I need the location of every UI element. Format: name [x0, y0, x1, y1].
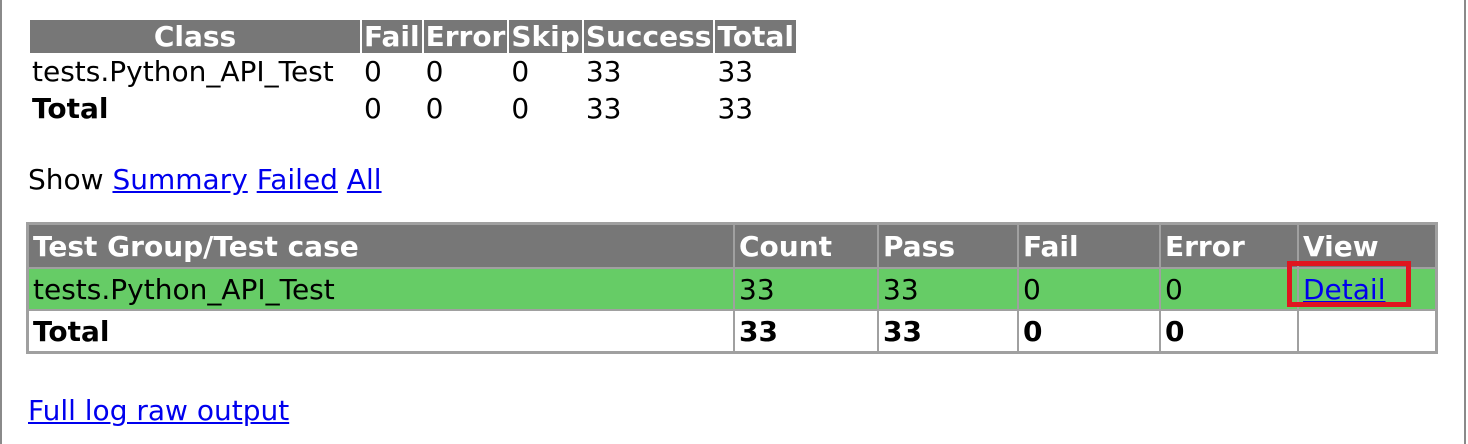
detail-group-row[interactable]: tests.Python_API_Test 33 33 0 0 Detail [28, 261, 1436, 310]
detail-header-row: Test Group/Test case Count Pass Fail Err… [28, 224, 1436, 268]
summary-total-fail: 0 [364, 92, 382, 125]
summary-fail-count: 0 [364, 55, 382, 88]
detail-view-cell: Detail [1287, 261, 1436, 310]
detail-total-pass: 33 [878, 310, 1018, 352]
detail-table: Test Group/Test case Count Pass Fail Err… [26, 222, 1438, 354]
summary-header-fail: Fail [362, 20, 422, 53]
summary-total-success: 33 [585, 92, 622, 125]
detail-total-row: Total 33 33 0 0 [28, 310, 1436, 352]
summary-total-error: 0 [425, 92, 444, 125]
detail-header-error: Error [1160, 224, 1298, 268]
detail-link[interactable]: Detail [1303, 273, 1385, 306]
detail-group-error: 0 [1160, 268, 1298, 310]
detail-group-fail: 0 [1018, 268, 1160, 310]
summary-header-class: Class [30, 20, 360, 53]
full-log-link[interactable]: Full log raw output [28, 393, 289, 429]
show-all-link[interactable]: All [347, 163, 382, 196]
detail-total-count: 33 [734, 310, 878, 352]
summary-error-count: 0 [425, 55, 444, 88]
summary-total-skip: 0 [511, 92, 530, 125]
detail-total-error: 0 [1160, 310, 1298, 352]
summary-total-row: Total 0 0 0 33 33 [30, 90, 796, 127]
summary-skip-count: 0 [511, 55, 530, 88]
detail-total-fail: 0 [1018, 310, 1160, 352]
detail-group-pass: 33 [878, 268, 1018, 310]
summary-class-name: tests.Python_API_Test [32, 55, 334, 88]
summary-table: Class Fail Error Skip Success Total test… [28, 20, 798, 127]
detail-header-fail: Fail [1018, 224, 1160, 268]
summary-success-count: 33 [585, 55, 622, 88]
summary-header-success: Success [583, 20, 714, 53]
detail-header-view: View [1298, 224, 1436, 268]
detail-total-label: Total [28, 310, 734, 352]
summary-total-count: 33 [717, 55, 754, 88]
detail-header-testcase: Test Group/Test case [28, 224, 734, 268]
detail-header-count: Count [734, 224, 878, 268]
show-summary-link[interactable]: Summary [112, 163, 247, 196]
summary-header-total: Total [715, 20, 796, 53]
report-frame: Class Fail Error Skip Success Total test… [0, 0, 1466, 444]
detail-group-name: tests.Python_API_Test [28, 268, 734, 310]
show-filter-bar: Show Summary Failed All [28, 162, 382, 198]
show-failed-link[interactable]: Failed [257, 163, 338, 196]
detail-header-pass: Pass [878, 224, 1018, 268]
summary-header-error: Error [423, 20, 508, 53]
summary-row: tests.Python_API_Test 0 0 0 33 33 [30, 53, 796, 90]
summary-total-total: 33 [717, 92, 754, 125]
detail-total-view [1298, 310, 1436, 352]
summary-header-row: Class Fail Error Skip Success Total [30, 20, 796, 53]
summary-header-skip: Skip [509, 20, 582, 53]
summary-total-label: Total [32, 92, 109, 125]
detail-group-count: 33 [734, 268, 878, 310]
show-label: Show [28, 163, 104, 196]
